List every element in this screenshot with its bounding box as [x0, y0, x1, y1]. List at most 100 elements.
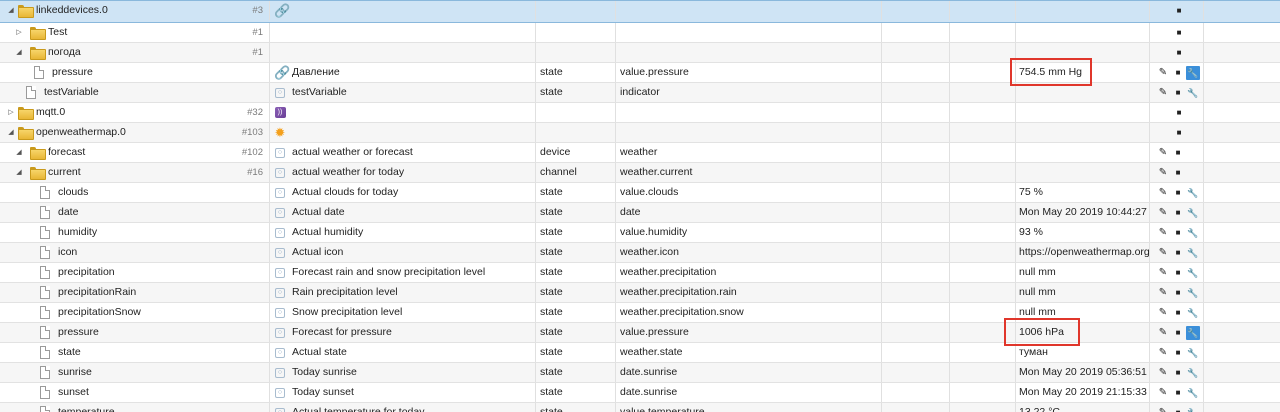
settings-button-icon[interactable]: 🔧: [1186, 406, 1200, 412]
delete-button-icon[interactable]: ■: [1172, 126, 1186, 140]
object-value-cell[interactable]: 75 %: [1016, 183, 1150, 202]
delete-button-icon[interactable]: ■: [1171, 266, 1185, 280]
delete-button-icon[interactable]: ■: [1171, 406, 1185, 412]
delete-button-icon[interactable]: ■: [1171, 146, 1185, 160]
settings-button-icon[interactable]: 🔧: [1186, 66, 1200, 80]
collapse-toggle-icon[interactable]: ◢: [14, 143, 24, 162]
delete-button-icon[interactable]: ■: [1171, 346, 1185, 360]
delete-button-icon[interactable]: ■: [1171, 246, 1185, 260]
settings-button-icon[interactable]: 🔧: [1186, 226, 1200, 240]
child-count: #102: [241, 147, 263, 158]
object-id-label: Test: [48, 26, 68, 38]
object-id-cell: sunset: [0, 383, 270, 402]
file-icon: [40, 266, 50, 279]
delete-button-icon[interactable]: ■: [1171, 226, 1185, 240]
tree-row[interactable]: ▷ mqtt.0 #32)) ■: [0, 103, 1280, 123]
settings-button-icon[interactable]: 🔧: [1186, 366, 1200, 380]
object-value-cell[interactable]: [1016, 163, 1150, 182]
edit-button-icon[interactable]: ✎: [1156, 266, 1170, 280]
tree-row[interactable]: precipitation ○ Forecast rain and snow pre…: [0, 263, 1280, 283]
delete-button-icon[interactable]: ■: [1171, 86, 1185, 100]
edit-button-icon[interactable]: ✎: [1156, 86, 1170, 100]
delete-button-icon[interactable]: ■: [1171, 366, 1185, 380]
delete-button-icon[interactable]: ■: [1172, 46, 1186, 60]
object-room-cell: [882, 203, 950, 222]
tree-row[interactable]: ▷ Test #1 ■: [0, 23, 1280, 43]
delete-button-icon[interactable]: ■: [1172, 4, 1186, 18]
edit-button-icon[interactable]: ✎: [1156, 246, 1170, 260]
settings-button-icon[interactable]: 🔧: [1186, 286, 1200, 300]
edit-button-icon[interactable]: ✎: [1156, 306, 1170, 320]
object-value-cell[interactable]: [1016, 1, 1150, 20]
settings-button-icon[interactable]: 🔧: [1186, 346, 1200, 360]
tree-row[interactable]: pressure ○ Forecast for pressure state value…: [0, 323, 1280, 343]
object-value-cell[interactable]: [1016, 103, 1150, 122]
edit-button-icon[interactable]: ✎: [1156, 326, 1170, 340]
delete-button-icon[interactable]: ■: [1171, 186, 1185, 200]
collapse-toggle-icon[interactable]: ◢: [6, 123, 16, 142]
object-value-cell[interactable]: Mon May 20 2019 10:44:27: [1016, 203, 1150, 222]
tree-row[interactable]: date ○ Actual date state date Mon May 20 2019…: [0, 203, 1280, 223]
expand-toggle-icon[interactable]: ▷: [14, 23, 24, 42]
edit-button-icon[interactable]: ✎: [1156, 346, 1170, 360]
tree-row[interactable]: humidity ○ Actual humidity state value.humid…: [0, 223, 1280, 243]
edit-button-icon[interactable]: ✎: [1156, 366, 1170, 380]
object-value-cell[interactable]: [1016, 23, 1150, 42]
tree-row[interactable]: ◢ current #16 ○ actual weather for today chan…: [0, 163, 1280, 183]
tree-row[interactable]: sunrise ○ Today sunrise state date.sunrise Mo…: [0, 363, 1280, 383]
collapse-toggle-icon[interactable]: ◢: [14, 163, 24, 182]
edit-button-icon[interactable]: ✎: [1156, 206, 1170, 220]
tree-row[interactable]: ◢ openweathermap.0 #103 ✹ ■: [0, 123, 1280, 143]
settings-button-icon[interactable]: 🔧: [1186, 246, 1200, 260]
settings-button-icon[interactable]: 🔧: [1186, 306, 1200, 320]
delete-button-icon[interactable]: ■: [1171, 286, 1185, 300]
delete-button-icon[interactable]: ■: [1171, 206, 1185, 220]
settings-button-icon[interactable]: 🔧: [1186, 326, 1200, 340]
tree-row[interactable]: sunset ○ Today sunset state date.sunrise Mon …: [0, 383, 1280, 403]
object-value-cell[interactable]: [1016, 143, 1150, 162]
tree-row[interactable]: temperature ○ Actual temperature for today…: [0, 403, 1280, 412]
edit-button-icon[interactable]: ✎: [1156, 226, 1170, 240]
object-value-cell[interactable]: null mm: [1016, 263, 1150, 282]
edit-button-icon[interactable]: ✎: [1156, 146, 1170, 160]
settings-button-icon[interactable]: 🔧: [1186, 86, 1200, 100]
edit-button-icon[interactable]: ✎: [1156, 186, 1170, 200]
object-value-cell[interactable]: Mon May 20 2019 21:15:33: [1016, 383, 1150, 402]
tree-row[interactable]: precipitationSnow ○ Snow precipitation lev…: [0, 303, 1280, 323]
collapse-toggle-icon[interactable]: ◢: [6, 1, 16, 20]
object-value-cell[interactable]: https://openweathermap.org: [1016, 243, 1150, 262]
settings-button-icon[interactable]: 🔧: [1186, 266, 1200, 280]
delete-button-icon[interactable]: ■: [1171, 166, 1185, 180]
object-value-cell[interactable]: Mon May 20 2019 05:36:51: [1016, 363, 1150, 382]
delete-button-icon[interactable]: ■: [1172, 106, 1186, 120]
object-value-cell[interactable]: 13.22 °C: [1016, 403, 1150, 412]
tree-row[interactable]: ◢ forecast #102 ○ actual weather or forecast…: [0, 143, 1280, 163]
state-icon: ○: [274, 343, 286, 362]
settings-button-icon[interactable]: 🔧: [1186, 206, 1200, 220]
delete-button-icon[interactable]: ■: [1171, 386, 1185, 400]
delete-button-icon[interactable]: ■: [1171, 306, 1185, 320]
tree-row[interactable]: clouds ○ Actual clouds for today state value…: [0, 183, 1280, 203]
settings-button-icon[interactable]: 🔧: [1186, 186, 1200, 200]
edit-button-icon[interactable]: ✎: [1156, 66, 1170, 80]
delete-button-icon[interactable]: ■: [1171, 326, 1185, 340]
settings-button-icon[interactable]: 🔧: [1186, 386, 1200, 400]
object-value-cell[interactable]: 93 %: [1016, 223, 1150, 242]
tree-row[interactable]: state ○ Actual state state weather.state тума…: [0, 343, 1280, 363]
object-id-cell: ◢ linkeddevices.0 #3: [0, 1, 270, 20]
tree-row[interactable]: testVariable ○ testVariable state indicator ✎…: [0, 83, 1280, 103]
delete-button-icon[interactable]: ■: [1171, 66, 1185, 80]
edit-button-icon[interactable]: ✎: [1156, 386, 1170, 400]
collapse-toggle-icon[interactable]: ◢: [14, 43, 24, 62]
object-value-cell[interactable]: [1016, 123, 1150, 142]
tree-row[interactable]: precipitationRain ○ Rain precipitation lev…: [0, 283, 1280, 303]
tree-row[interactable]: ◢ linkeddevices.0 #3 🔗 ■: [0, 0, 1280, 23]
expand-toggle-icon[interactable]: ▷: [6, 103, 16, 122]
object-value-cell[interactable]: null mm: [1016, 283, 1150, 302]
object-id-cell: icon: [0, 243, 270, 262]
edit-button-icon[interactable]: ✎: [1156, 166, 1170, 180]
delete-button-icon[interactable]: ■: [1172, 26, 1186, 40]
edit-button-icon[interactable]: ✎: [1156, 406, 1170, 412]
tree-row[interactable]: icon ○ Actual icon state weather.icon https:/…: [0, 243, 1280, 263]
edit-button-icon[interactable]: ✎: [1156, 286, 1170, 300]
